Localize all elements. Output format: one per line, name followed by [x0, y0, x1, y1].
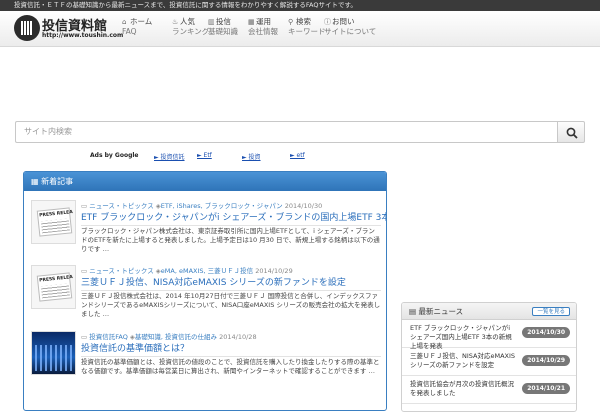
bank-icon: ▥ [208, 18, 215, 26]
top-announcement-bar: 投資信託・ＥＴＦの基礎知識から最新ニュースまで、投資信託に関する情報をわかりやす… [0, 0, 600, 11]
ad-link[interactable]: ► 投資 [242, 152, 261, 161]
news-title: ETF ブラックロック・ジャパンがi シェアーズ国内上場ETF 3本の新規上場を… [410, 324, 512, 350]
top-announcement-text: 投資信託・ＥＴＦの基礎知識から最新ニュースまで、投資信託に関する情報をわかりやす… [14, 1, 357, 9]
article-tags[interactable]: eMA, eMAXIS, 三菱ＵＦＪ投信 [161, 267, 253, 275]
ad-link[interactable]: ► etf [290, 152, 305, 159]
site-header: 投信資料館 http://www.toushin.com ⌂ ホーム FAQ ♨ 人… [0, 11, 600, 47]
logo-url: http://www.toushin.com [42, 32, 124, 39]
nav-item-about[interactable]: ⓘお問い サイトについて [324, 17, 376, 43]
news-title: 三菱ＵＦＪ投信、NISA対応eMAXIS シリーズの新ファンドを設定 [410, 352, 516, 369]
view-all-button[interactable]: 一覧を見る [532, 307, 570, 316]
building-icon: ▦ [248, 18, 255, 26]
folder-icon: ▭ [81, 267, 90, 275]
latest-news-widget: ▤ 最新ニュース 一覧を見る ETF ブラックロック・ジャパンがi シェアーズ国… [401, 302, 577, 412]
nav-label: ホーム [130, 17, 153, 26]
article-title[interactable]: ETF ブラックロック・ジャパンがi シェアーズ・ブランドの国内上場ETF 3本… [81, 210, 386, 226]
article-tags[interactable]: ETF, iShares, ブラックロック・ジャパン [161, 202, 283, 210]
folder-icon: ▭ [81, 202, 90, 210]
flame-icon: ♨ [172, 18, 179, 26]
article-category[interactable]: ニュース・トピックス [89, 267, 153, 275]
article-category[interactable]: 投資信託FAQ [89, 333, 128, 341]
site-search-input[interactable]: サイト内検索 [15, 121, 558, 143]
widget-header: ▤ 最新ニュース 一覧を見る [402, 303, 576, 320]
house-icon: ⌂ [122, 18, 127, 26]
search-icon: ⚲ [288, 18, 294, 26]
nav-item-popular[interactable]: ♨ 人気 ランキング [172, 17, 209, 43]
ad-link[interactable]: ► Etf [197, 152, 212, 159]
press-release-thumbnail[interactable] [31, 265, 76, 309]
article-category[interactable]: ニュース・トピックス [89, 202, 153, 210]
article-date: 2014/10/28 [219, 333, 257, 341]
nav-sublabel: FAQ [122, 27, 137, 36]
city-night-thumbnail[interactable] [31, 331, 76, 375]
nav-item-home[interactable]: ⌂ ホーム FAQ [122, 17, 152, 43]
site-logo[interactable]: 投信資料館 http://www.toushin.com [14, 15, 123, 45]
article-title[interactable]: 投資信託の基準価額とは？ [81, 341, 381, 357]
nav-label: 投信 [216, 17, 231, 26]
nav-sublabel: ランキング [172, 27, 210, 36]
article-meta: ▭ ニュース・トピックス ◈eMA, eMAXIS, 三菱ＵＦＪ投信 2014/… [81, 265, 293, 275]
news-list-item[interactable]: ETF ブラックロック・ジャパンがi シェアーズ国内上場ETF 3本の新規上場を… [402, 320, 576, 350]
logo-emblem-icon [14, 15, 40, 41]
nav-item-search[interactable]: ⚲ 検索 キーワード [288, 17, 326, 43]
news-date-badge: 2014/10/29 [522, 355, 570, 366]
article-date: 2014/10/30 [284, 202, 323, 210]
news-date-badge: 2014/10/21 [522, 383, 570, 394]
widget-title: 最新ニュース [418, 307, 464, 316]
folder-icon: ▭ [81, 333, 90, 341]
search-button[interactable] [557, 121, 585, 143]
article-tags[interactable]: 基礎知識, 投資信託の仕組み [135, 333, 217, 341]
article-excerpt: 投資信託の基準価額とは、投資信託の値段のことで、投資信託を購入したり換金したりす… [81, 358, 380, 375]
nav-sublabel: 基礎知識 [208, 27, 238, 36]
magnifier-icon [566, 127, 578, 139]
nav-label: 検索 [296, 17, 311, 26]
news-list-item[interactable]: 三菱ＵＦＪ投信、NISA対応eMAXIS シリーズの新ファンドを設定 2014/… [402, 348, 576, 376]
nav-label: 運用 [256, 17, 271, 26]
panel-title: 新着記事 [41, 177, 74, 186]
nav-sublabel: キーワード [288, 27, 326, 36]
article-title[interactable]: 三菱ＵＦＪ投信、NISA対応eMAXIS シリーズの新ファンドを設定 [81, 275, 381, 291]
news-title: 投資信託協会が月次の投資信託概況を発表しました [410, 380, 514, 397]
article-excerpt: ブラックロック・ジャパン株式会社は、東京証券取引所に国内上場ETFとして、i シ… [81, 227, 380, 253]
nav-label: お問い [332, 17, 355, 26]
ads-label: Ads by Google [90, 152, 139, 159]
press-release-thumbnail[interactable] [31, 200, 76, 244]
article-meta: ▭ ニュース・トピックス ◈ETF, iShares, ブラックロック・ジャパン… [81, 200, 322, 210]
article-date: 2014/10/29 [255, 267, 293, 275]
nav-label: 人気 [180, 17, 195, 26]
search-placeholder: サイト内検索 [24, 127, 72, 136]
article-excerpt: 三菱ＵＦＪ投信株式会社は、2014 年10月27日付で三菱ＵＦＪ 国際投信と合併… [81, 292, 381, 318]
nav-sublabel: サイトについて [324, 27, 377, 36]
info-icon: ⓘ [324, 18, 331, 26]
new-articles-panel: ▦ 新着記事 ▭ ニュース・トピックス ◈ETF, iShares, ブラックロ… [23, 171, 387, 411]
panel-header: ▦ 新着記事 [24, 172, 386, 191]
ad-link[interactable]: ► 投資信託 [154, 152, 185, 161]
article-meta: ▭ 投資信託FAQ ◈基礎知識, 投資信託の仕組み 2014/10/28 [81, 331, 257, 341]
calendar-icon: ▦ [31, 177, 42, 186]
nav-item-basics[interactable]: ▥投信 基礎知識 [208, 17, 238, 43]
nav-item-companies[interactable]: ▦運用 会社情報 [248, 17, 278, 43]
news-date-badge: 2014/10/30 [522, 327, 570, 338]
nav-sublabel: 会社情報 [248, 27, 278, 36]
